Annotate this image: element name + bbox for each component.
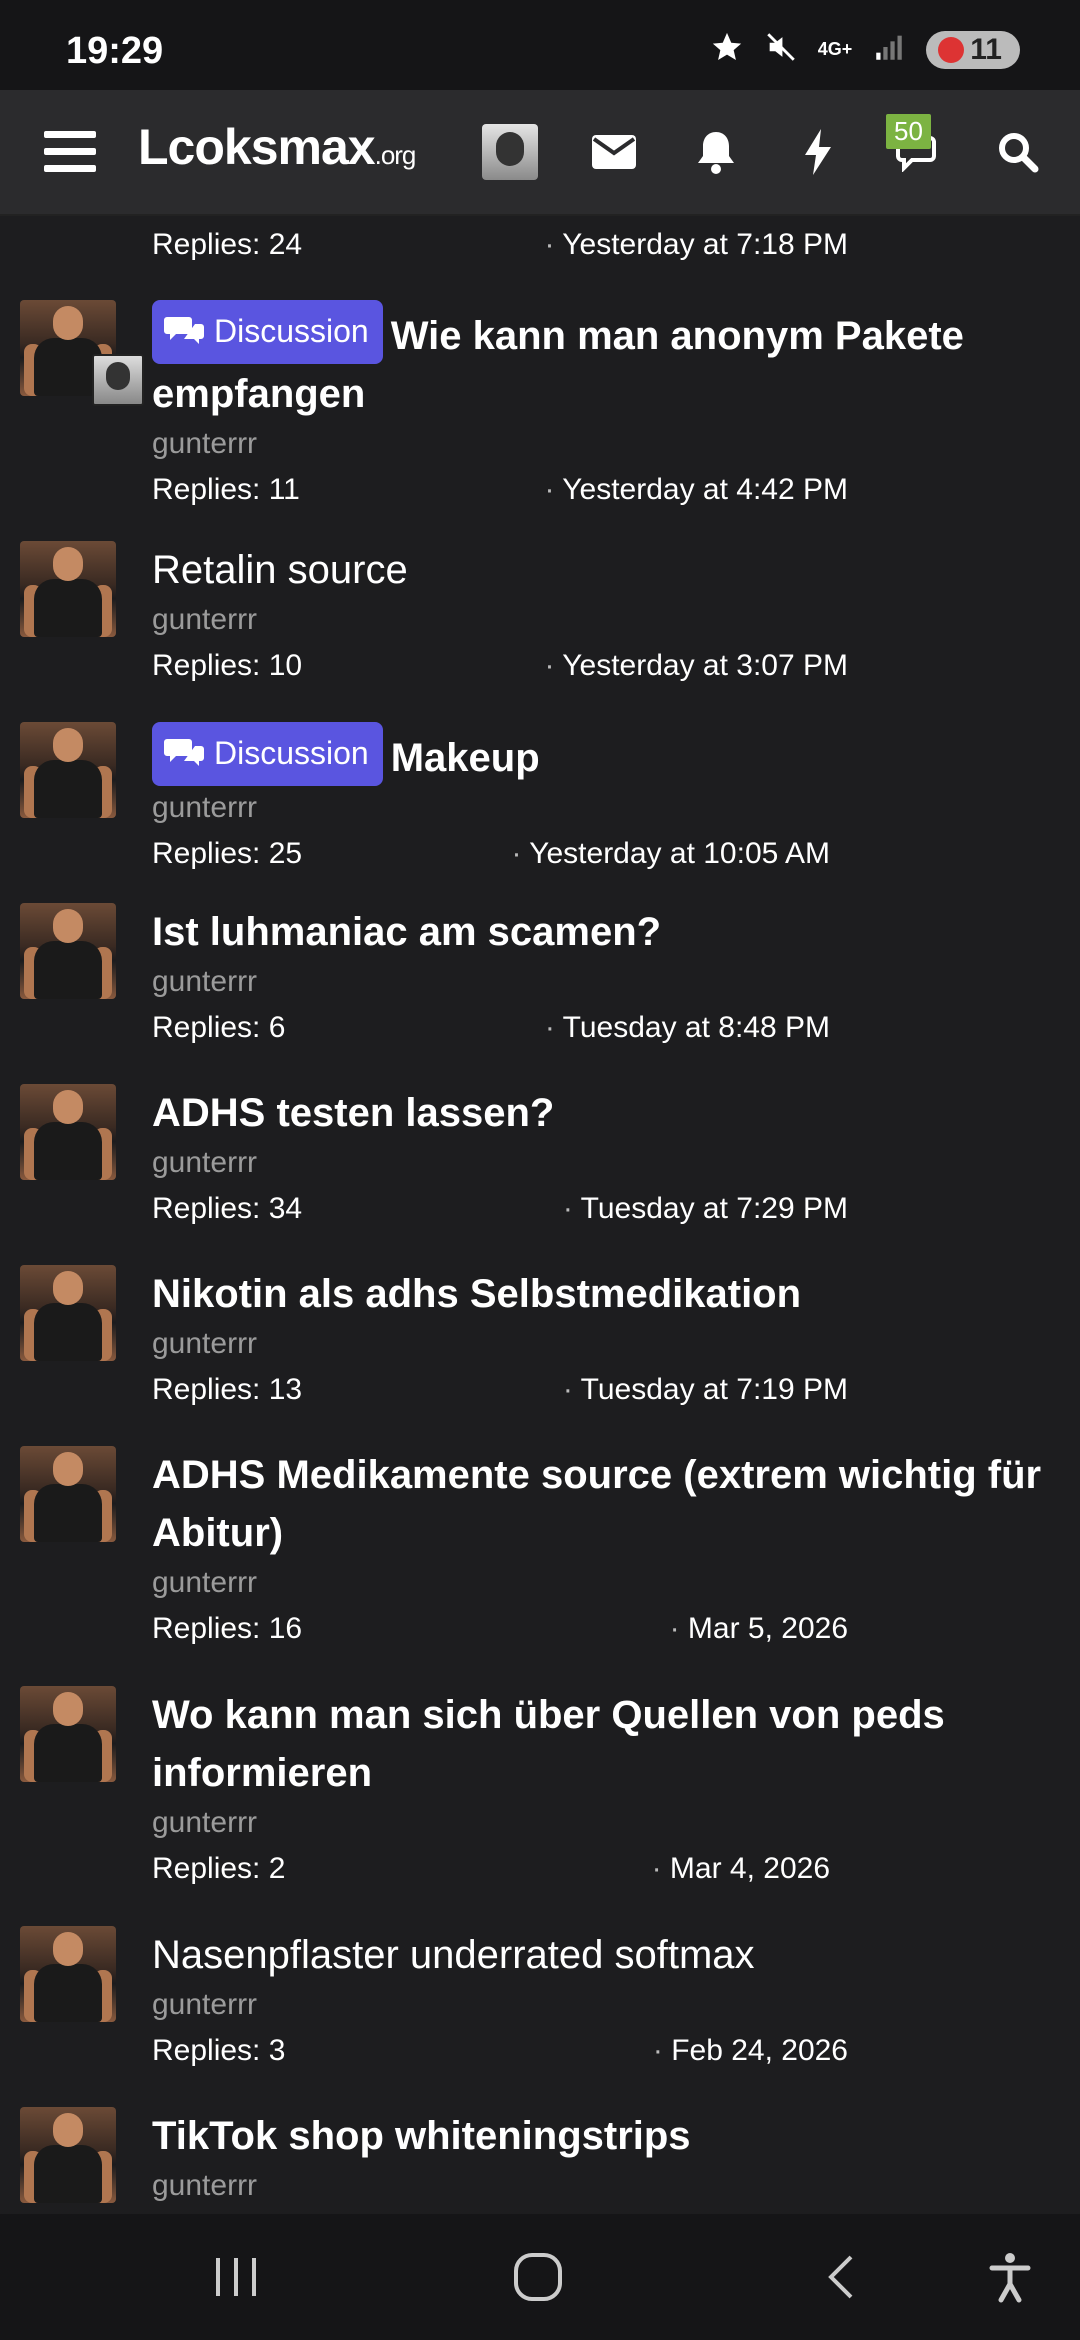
thread-author[interactable]: gunterrr (152, 2169, 1080, 2203)
thread-author[interactable]: gunterrr (152, 965, 1080, 999)
thread-author[interactable]: gunterrr (152, 1327, 1080, 1361)
recent-apps-icon[interactable] (176, 2214, 296, 2340)
battery-level: 11 (970, 32, 1002, 66)
site-logo[interactable]: Lcoksmax.org (138, 118, 417, 176)
reply-count: Replies: 6 (152, 1011, 286, 1044)
prefix-label: Discussion (214, 313, 369, 349)
bell-icon[interactable] (684, 90, 748, 214)
discussion-badge[interactable]: Discussion (152, 722, 383, 786)
thread-meta: Replies: 34 Tuesday at 7:29 PM (152, 1192, 1080, 1236)
thread-author[interactable]: gunterrr (152, 1806, 1080, 1840)
thread-title[interactable]: ADHS testen lassen? (152, 1084, 1080, 1142)
thread-title[interactable]: ADHS Medikamente source (extrem wichtig … (152, 1446, 1080, 1562)
last-post-date[interactable]: Tuesday at 7:19 PM (563, 1373, 848, 1407)
avatar[interactable] (20, 1686, 116, 1782)
reply-count: Replies: 2 (152, 1852, 286, 1885)
prefix-label: Discussion (214, 735, 369, 771)
network-label: 4G+ (817, 39, 853, 59)
thread-author[interactable]: gunterrr (152, 791, 1080, 825)
thread-meta: Replies: 16 Mar 5, 2026 (152, 1612, 1080, 1656)
last-post-date[interactable]: Yesterday at 7:18 PM (544, 228, 848, 262)
list-item[interactable]: Replies: 24 Yesterday at 7:18 PM (0, 214, 1080, 274)
status-bar: 19:29 4G+ 11 (0, 0, 1080, 90)
last-post-date[interactable]: Mar 4, 2026 (652, 1852, 830, 1886)
thread-title[interactable]: Makeup (391, 736, 540, 780)
avatar[interactable] (20, 1926, 116, 2022)
avatar[interactable] (20, 722, 116, 818)
back-icon[interactable] (780, 2214, 900, 2340)
thread-title[interactable]: Nasenpflaster underrated softmax (152, 1926, 1080, 1984)
logo-main: Lcoksmax (138, 119, 376, 175)
avatar[interactable] (20, 541, 116, 637)
last-post-date[interactable]: Yesterday at 10:05 AM (511, 837, 830, 871)
star-icon (710, 30, 744, 69)
thread-meta: Replies: 3 Feb 24, 2026 (152, 2034, 1080, 2078)
logo-suffix: .org (374, 140, 417, 170)
thread-author[interactable]: gunterrr (152, 427, 1080, 461)
search-icon[interactable] (988, 90, 1048, 214)
last-post-date[interactable]: Tuesday at 7:29 PM (563, 1192, 848, 1226)
avatar (482, 124, 538, 180)
conversations-badge: 50 (886, 114, 931, 149)
reply-count: Replies: 34 (152, 1192, 303, 1225)
thread-meta: Replies: 11 Yesterday at 4:42 PM (152, 473, 1080, 517)
thread-title-line[interactable]: Discussion Wie kann man anonym Pakete em… (152, 300, 1080, 423)
system-navigation-bar (0, 2214, 1080, 2340)
last-post-date[interactable]: Yesterday at 3:07 PM (544, 649, 848, 683)
thread-title[interactable]: Retalin source (152, 541, 1080, 599)
thread-meta: Replies: 10 Yesterday at 3:07 PM (152, 649, 1080, 693)
top-navigation: Lcoksmax.org (0, 90, 1080, 216)
thread-author[interactable]: gunterrr (152, 1988, 1080, 2022)
thread-title[interactable]: Nikotin als adhs Selbstmedikation (152, 1265, 1080, 1323)
thread-author[interactable]: gunterrr (152, 1566, 1080, 1600)
battery-saver-icon (938, 36, 965, 63)
accessibility-icon[interactable] (950, 2214, 1070, 2340)
chat-bubbles-icon (164, 317, 204, 344)
thread-meta: Replies: 25 Yesterday at 10:05 AM (152, 837, 1080, 881)
reply-count: Replies: 13 (152, 1373, 303, 1406)
reply-count: Replies: 11 (152, 473, 300, 506)
thread-author[interactable]: gunterrr (152, 1146, 1080, 1180)
reply-count: Replies: 25 (152, 837, 303, 870)
discussion-badge[interactable]: Discussion (152, 300, 383, 364)
thread-author[interactable]: gunterrr (152, 603, 1080, 637)
chat-bubbles-icon (164, 739, 204, 766)
chat-icon[interactable] (888, 90, 952, 214)
reply-count: Replies: 24 (152, 228, 303, 261)
thread-title[interactable]: TikTok shop whiteningstrips (152, 2107, 1080, 2165)
thread-meta: Replies: 2 Mar 4, 2026 (152, 1852, 1080, 1896)
mute-icon (764, 30, 798, 69)
last-post-date[interactable]: Yesterday at 4:42 PM (544, 473, 848, 507)
reply-count: Replies: 3 (152, 2034, 286, 2067)
battery-indicator: 11 (926, 30, 1020, 69)
thread-meta: Replies: 24 Yesterday at 7:18 PM (152, 228, 1080, 272)
thread-meta: Replies: 6 Tuesday at 8:48 PM (152, 1011, 1080, 1055)
bolt-icon[interactable] (786, 90, 850, 214)
thread-title[interactable]: Wo kann man sich über Quellen von peds i… (152, 1686, 1080, 1802)
user-avatar-button[interactable] (480, 90, 540, 214)
signal-icon (872, 30, 906, 69)
last-post-date[interactable]: Tuesday at 8:48 PM (545, 1011, 830, 1045)
thread-title-line[interactable]: Discussion Makeup (152, 722, 1080, 787)
reply-count: Replies: 16 (152, 1612, 303, 1645)
status-icons: 4G+ 11 (710, 30, 1020, 69)
avatar[interactable] (20, 1084, 116, 1180)
envelope-icon[interactable] (582, 90, 646, 214)
avatar[interactable] (20, 1446, 116, 1542)
reply-count: Replies: 10 (152, 649, 303, 682)
last-post-date[interactable]: Feb 24, 2026 (653, 2034, 848, 2068)
hamburger-icon[interactable] (30, 90, 110, 214)
thread-meta: Replies: 13 Tuesday at 7:19 PM (152, 1373, 1080, 1417)
last-post-date[interactable]: Mar 5, 2026 (670, 1612, 848, 1646)
avatar[interactable] (20, 2107, 116, 2203)
avatar[interactable] (20, 1265, 116, 1361)
home-icon[interactable] (478, 2214, 598, 2340)
status-time: 19:29 (66, 30, 164, 72)
thread-title[interactable]: Ist luhmaniac am scamen? (152, 903, 1080, 961)
last-poster-avatar[interactable] (92, 354, 144, 406)
avatar[interactable] (20, 903, 116, 999)
